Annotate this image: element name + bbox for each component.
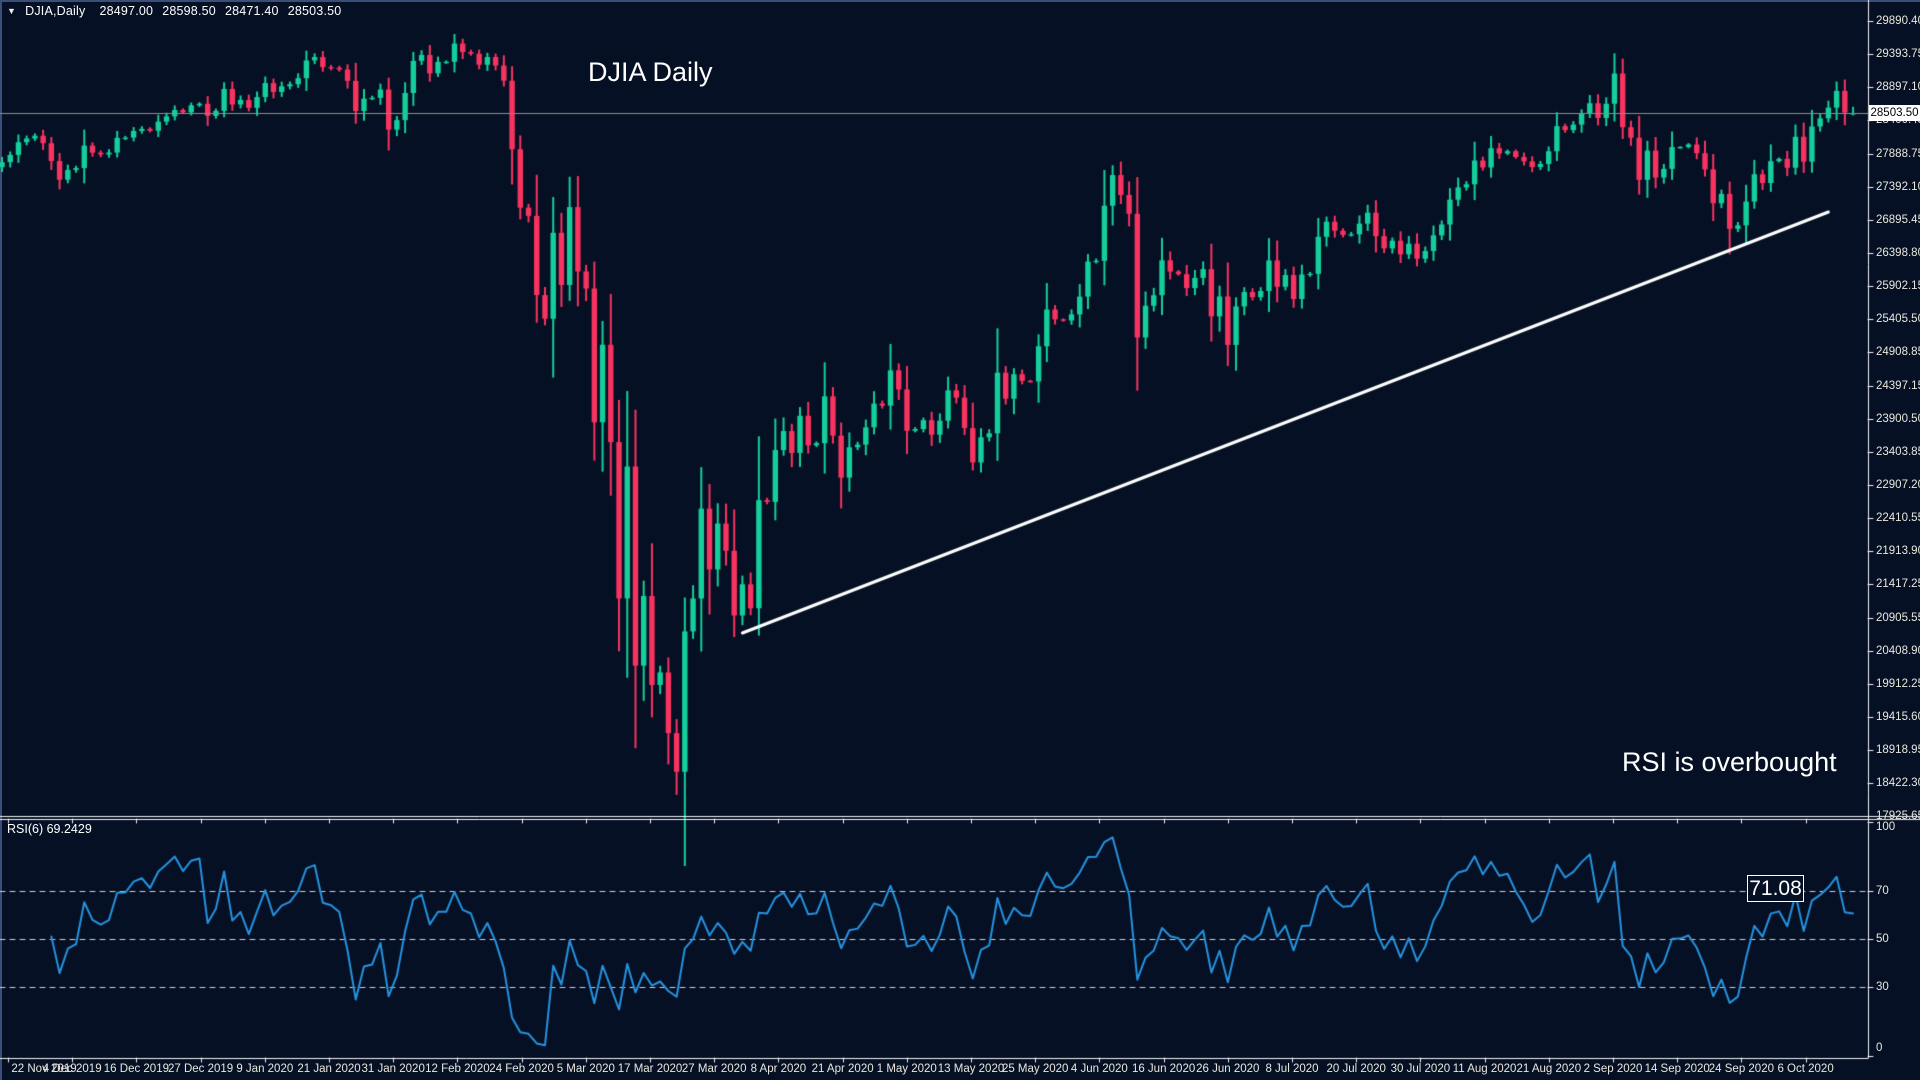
- current-price-tag: 28503.50: [1869, 105, 1920, 121]
- price-axis-label: 20905.55: [1876, 611, 1920, 625]
- symbol-collapse-icon[interactable]: ▼: [7, 5, 16, 17]
- price-axis-label: 25902.15: [1876, 279, 1920, 293]
- price-axis-label: 29890.40: [1876, 14, 1920, 28]
- rsi-axis-label: 0: [1876, 1041, 1882, 1055]
- price-axis-label: 22907.20: [1876, 478, 1920, 492]
- price-axis-label: 27392.10: [1876, 180, 1920, 194]
- rsi-axis-label: 100: [1876, 820, 1895, 834]
- chart-title-annotation[interactable]: DJIA Daily: [588, 57, 713, 87]
- price-axis-label: 22410.55: [1876, 511, 1920, 525]
- rsi-axis-label: 50: [1876, 932, 1889, 946]
- quote-close: 28503.50: [288, 4, 342, 18]
- rsi-axis-label: 70: [1876, 884, 1889, 898]
- price-axis-label: 21417.25: [1876, 577, 1920, 591]
- price-axis-label: 25405.50: [1876, 312, 1920, 326]
- price-axis-label: 21913.90: [1876, 544, 1920, 558]
- rsi-indicator-title: RSI(6) 69.2429: [7, 822, 92, 836]
- price-axis-label: 29393.75: [1876, 47, 1920, 61]
- symbol-quote-bar: ▼ DJIA,Daily 28497.00 28598.50 28471.40 …: [7, 4, 350, 18]
- price-axis-label: 20408.90: [1876, 644, 1920, 658]
- price-axis-label: 27888.75: [1876, 147, 1920, 161]
- price-axis-label: 26895.45: [1876, 213, 1920, 227]
- rsi-note-annotation[interactable]: RSI is overbought: [1622, 747, 1837, 777]
- price-axis-label: 19912.25: [1876, 677, 1920, 691]
- quote-low: 28471.40: [225, 4, 279, 18]
- rsi-axis-label: 30: [1876, 980, 1889, 994]
- chart-window: ▼ DJIA,Daily 28497.00 28598.50 28471.40 …: [0, 0, 1920, 1080]
- rsi-value-annotation[interactable]: 71.08: [1747, 875, 1804, 902]
- price-axis-label: 19415.60: [1876, 710, 1920, 724]
- quote-high: 28598.50: [162, 4, 216, 18]
- price-axis-label: 18422.30: [1876, 776, 1920, 790]
- price-axis-label: 23900.50: [1876, 412, 1920, 426]
- quote-open: 28497.00: [99, 4, 153, 18]
- price-axis-label: 28897.10: [1876, 80, 1920, 94]
- price-axis-label: 23403.85: [1876, 445, 1920, 459]
- price-axis-label: 26398.80: [1876, 246, 1920, 260]
- price-axis-label: 18918.95: [1876, 743, 1920, 757]
- candlestick-chart-canvas[interactable]: [0, 0, 1920, 1080]
- price-axis-label: 24908.85: [1876, 345, 1920, 359]
- price-axis-label: 24397.15: [1876, 379, 1920, 393]
- symbol-name: DJIA,Daily: [25, 4, 85, 18]
- time-axis-label: 6 Oct 2020: [1764, 1062, 1848, 1076]
